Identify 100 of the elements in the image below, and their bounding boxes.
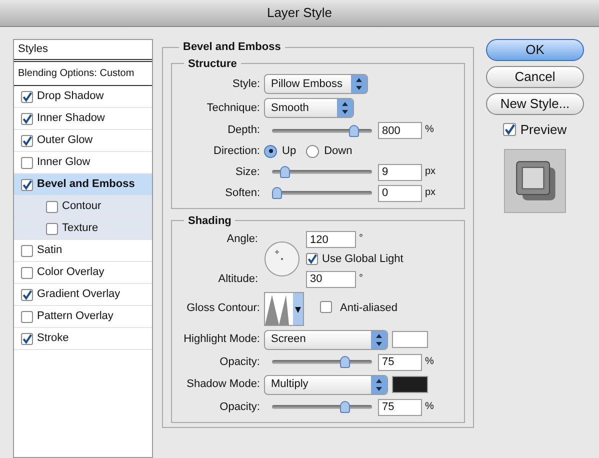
angle-dial-icon — [264, 241, 300, 277]
updown-arrows-icon — [337, 99, 353, 117]
checkbox[interactable] — [320, 300, 332, 312]
checkbox[interactable] — [21, 90, 33, 102]
slider-thumb[interactable] — [348, 124, 358, 136]
slider-thumb[interactable] — [340, 356, 350, 368]
number-field[interactable]: 800 — [378, 122, 422, 139]
list-header: Styles — [14, 40, 152, 62]
style-label: Satin — [37, 243, 62, 258]
dialog-button[interactable]: New Style... — [486, 93, 584, 115]
style-list-item[interactable]: Bevel and Emboss — [14, 174, 152, 196]
checkbox-label: Anti-aliased — [340, 301, 398, 316]
group-title: Shading — [187, 214, 232, 228]
unit-label: ° — [359, 272, 363, 286]
checkbox[interactable] — [46, 222, 58, 234]
checkbox[interactable] — [21, 178, 33, 190]
style-label: Pattern Overlay — [37, 309, 114, 324]
checkbox[interactable] — [306, 253, 318, 266]
group-title: Structure — [187, 56, 238, 72]
dropdown[interactable]: Multiply — [264, 374, 388, 394]
slider-thumb[interactable] — [340, 401, 350, 413]
window-title: Layer Style — [266, 4, 332, 22]
unit-label: px — [425, 164, 436, 178]
dialog-button[interactable]: OK — [486, 39, 584, 61]
contour-picker[interactable] — [264, 292, 304, 326]
checkmark-icon — [22, 114, 32, 124]
checkbox[interactable] — [21, 332, 33, 344]
unit-label: ° — [359, 232, 363, 246]
color-swatch[interactable] — [392, 331, 428, 348]
checkmark-icon — [504, 124, 516, 136]
color-swatch[interactable] — [392, 376, 428, 393]
dropdown[interactable]: Smooth — [264, 98, 354, 118]
checkbox[interactable] — [46, 200, 58, 212]
updown-arrows-icon — [371, 376, 387, 394]
unit-label: % — [425, 400, 434, 414]
field-label: Shadow Mode: — [186, 377, 261, 392]
style-label: Inner Shadow — [37, 111, 105, 126]
dialog-button[interactable]: Cancel — [486, 66, 584, 88]
field-label: Highlight Mode: — [182, 332, 261, 348]
unit-label: % — [425, 123, 434, 137]
radio-button[interactable] — [264, 144, 277, 158]
dropdown[interactable]: Pillow Emboss — [264, 74, 368, 94]
number-field[interactable]: 30 — [306, 270, 356, 288]
checkbox[interactable] — [21, 112, 33, 124]
field-label: Angle: — [226, 232, 258, 247]
style-list-item[interactable]: Contour — [14, 196, 152, 218]
style-preview-icon — [504, 148, 566, 212]
checkmark-icon — [307, 254, 317, 264]
number-field[interactable]: 0 — [378, 184, 422, 202]
number-field[interactable]: 9 — [378, 164, 422, 180]
unit-label: % — [425, 354, 434, 368]
checkmark-icon — [22, 92, 32, 102]
field-label: Size: — [234, 164, 261, 180]
slider-track[interactable] — [272, 124, 372, 136]
style-label: Bevel and Emboss — [37, 177, 135, 192]
number-field[interactable]: 75 — [378, 398, 422, 416]
caret-icon — [293, 292, 303, 324]
checkbox-label: Use Global Light — [322, 252, 404, 267]
checkbox[interactable] — [21, 244, 33, 256]
dropdown[interactable]: Screen — [264, 330, 388, 350]
checkbox[interactable] — [21, 266, 33, 278]
slider-track[interactable] — [272, 356, 372, 368]
style-label: Gradient Overlay — [37, 287, 120, 302]
radio-label: Down — [324, 144, 352, 159]
group-title: Bevel and Emboss — [182, 40, 282, 55]
radio-label: Up — [282, 144, 296, 159]
radio-button[interactable] — [306, 144, 320, 158]
field-label: Technique: — [206, 100, 261, 116]
checkmark-icon — [22, 290, 32, 300]
field-label: Opacity: — [218, 400, 261, 415]
checkmark-icon — [22, 334, 32, 344]
style-label: Drop Shadow — [37, 89, 104, 104]
field-label: Style: — [231, 76, 261, 92]
field-label: Gloss Contour: — [186, 301, 261, 316]
style-list-item[interactable]: Texture — [14, 218, 152, 240]
checkbox[interactable] — [21, 134, 33, 146]
slider-track[interactable] — [272, 187, 372, 199]
checkmark-icon — [22, 180, 32, 190]
checkmark-icon — [22, 136, 32, 146]
field-label: Direction: — [212, 144, 261, 159]
checkbox[interactable] — [503, 123, 516, 136]
field-label: Soften: — [224, 186, 261, 201]
number-field[interactable]: 75 — [378, 354, 422, 370]
style-label: Stroke — [37, 331, 69, 346]
unit-label: px — [425, 186, 436, 200]
field-label: Altitude: — [218, 272, 258, 287]
checkbox[interactable] — [21, 288, 33, 300]
checkbox[interactable] — [21, 156, 33, 168]
slider-track[interactable] — [272, 401, 372, 413]
checkbox[interactable] — [21, 310, 33, 322]
slider-thumb[interactable] — [272, 187, 282, 199]
field-label: Depth: — [226, 123, 261, 138]
style-label: Inner Glow — [37, 155, 90, 170]
style-label: Color Overlay — [37, 265, 104, 280]
number-field[interactable]: 120 — [306, 231, 356, 248]
slider-track[interactable] — [272, 166, 372, 178]
field-label: Opacity: — [218, 354, 261, 370]
style-label: Texture — [62, 221, 98, 236]
slider-thumb[interactable] — [280, 166, 290, 178]
updown-arrows-icon — [351, 75, 367, 93]
